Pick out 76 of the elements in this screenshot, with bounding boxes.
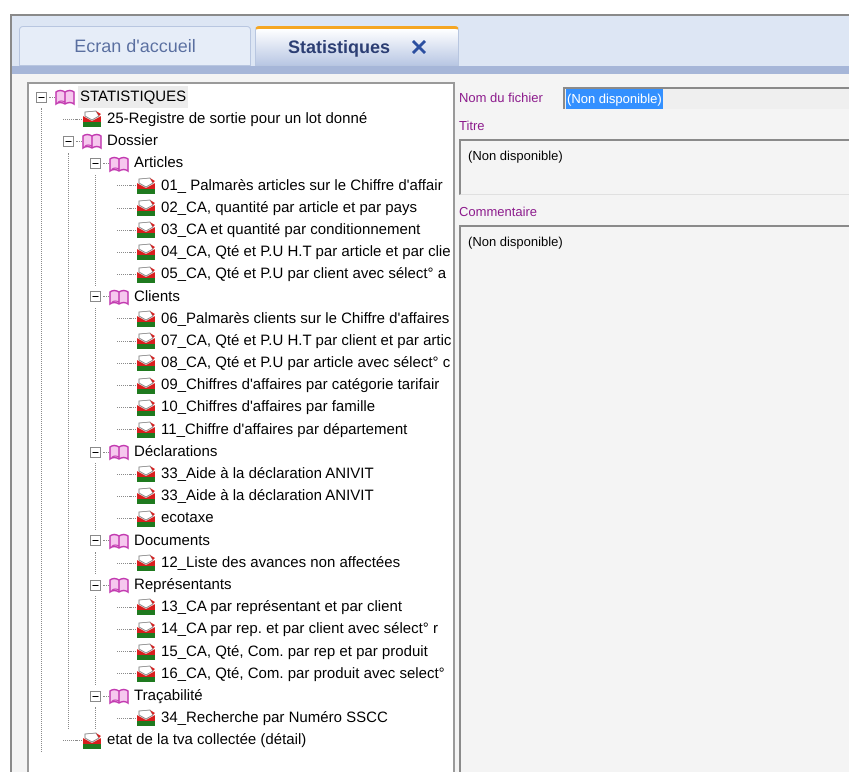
tree-item[interactable]: 15_CA, Qté, Com. par rep et par produit bbox=[159, 640, 430, 664]
report-icon bbox=[136, 176, 156, 195]
tree-item[interactable]: 01_ Palmarès articles sur le Chiffre d'affair bbox=[159, 174, 445, 198]
report-icon bbox=[136, 620, 156, 639]
report-icon bbox=[136, 487, 156, 506]
report-icon bbox=[136, 221, 156, 240]
tree-item[interactable]: 12_Liste des avances non affectées bbox=[159, 552, 402, 574]
report-icon bbox=[136, 510, 156, 528]
close-icon[interactable] bbox=[412, 40, 426, 54]
comment-field[interactable]: (Non disponible) bbox=[459, 225, 849, 772]
tree-item[interactable]: 16_CA, Qté, Com. par produit avec select° bbox=[159, 662, 447, 686]
collapse-icon[interactable] bbox=[36, 92, 47, 103]
tree-item[interactable]: 11_Chiffre d'affaires par département bbox=[159, 418, 410, 442]
tree-item[interactable]: Dossier bbox=[105, 130, 160, 153]
report-icon bbox=[136, 199, 156, 218]
tree-item[interactable]: Documents bbox=[132, 530, 212, 552]
tab[interactable]: Ecran d'accueil bbox=[19, 26, 251, 66]
collapse-icon[interactable] bbox=[90, 535, 101, 546]
report-icon bbox=[82, 110, 102, 128]
report-icon bbox=[136, 266, 156, 284]
collapse-icon[interactable] bbox=[63, 136, 74, 147]
tree-item[interactable]: 13_CA par représentant et par client bbox=[159, 596, 404, 619]
tree-item[interactable]: 34_Recherche par Numéro SSCC bbox=[159, 707, 390, 730]
tree-item[interactable]: 14_CA par rep. et par client avec sélect° r bbox=[159, 618, 440, 641]
title-field[interactable]: (Non disponible) bbox=[459, 139, 849, 195]
collapse-icon[interactable] bbox=[90, 158, 101, 170]
report-icon bbox=[136, 642, 156, 661]
book-icon bbox=[109, 443, 129, 462]
book-icon bbox=[82, 132, 102, 150]
tree-item[interactable]: 10_Chiffres d'affaires par famille bbox=[159, 396, 378, 419]
report-icon bbox=[136, 398, 156, 417]
tree-item[interactable]: 03_CA et quantité par conditionnement bbox=[159, 218, 422, 242]
report-icon bbox=[136, 598, 156, 616]
book-icon bbox=[109, 154, 129, 173]
report-icon bbox=[136, 465, 156, 484]
tree-item[interactable]: 06_Palmarès clients sur le Chiffre d'affaires bbox=[159, 308, 452, 330]
book-icon bbox=[109, 576, 129, 594]
tree-item[interactable]: Représentants bbox=[132, 574, 234, 596]
collapse-icon[interactable] bbox=[90, 580, 101, 591]
report-icon bbox=[136, 354, 156, 372]
tree-item[interactable]: 02_CA, quantité par article et par pays bbox=[159, 196, 419, 220]
field-label: Commentaire bbox=[459, 203, 538, 220]
report-icon bbox=[136, 310, 156, 328]
report-icon bbox=[136, 664, 156, 683]
field-label: Titre bbox=[459, 117, 486, 134]
book-icon bbox=[109, 532, 129, 550]
report-icon bbox=[136, 243, 156, 262]
tree-item[interactable]: 09_Chiffres d'affaires par catégorie tarifair bbox=[159, 374, 442, 397]
report-icon bbox=[82, 732, 102, 750]
tree-item[interactable]: 05_CA, Qté et P.U par client avec sélect° a bbox=[159, 263, 448, 286]
tree-item[interactable]: Articles bbox=[132, 152, 186, 175]
book-icon bbox=[109, 288, 129, 306]
tree-item[interactable]: 08_CA, Qté et P.U par article avec sélect° c bbox=[159, 352, 452, 375]
tree-item[interactable]: 33_Aide à la déclaration ANIVIT bbox=[159, 485, 376, 508]
tree-item[interactable]: ecotaxe bbox=[159, 507, 216, 530]
book-icon bbox=[109, 687, 129, 706]
tree-item[interactable]: Clients bbox=[132, 286, 182, 308]
book-icon bbox=[55, 88, 75, 106]
collapse-icon[interactable] bbox=[90, 690, 101, 702]
report-icon bbox=[136, 376, 156, 395]
report-icon bbox=[136, 420, 156, 439]
collapse-icon[interactable] bbox=[90, 291, 101, 302]
tree-item[interactable]: etat de la tva collectée (détail) bbox=[105, 729, 308, 752]
tree-item[interactable]: STATISTIQUES bbox=[78, 86, 188, 108]
report-icon bbox=[136, 332, 156, 350]
field-label: Nom du fichier bbox=[459, 89, 544, 108]
tree-item[interactable]: 25-Registre de sortie pour un lot donné bbox=[105, 108, 370, 131]
report-icon bbox=[136, 709, 156, 728]
report-icon bbox=[136, 554, 156, 572]
tab[interactable]: Statistiques bbox=[255, 26, 459, 66]
tree-item[interactable]: 07_CA, Qté et P.U H.T par client et par artic bbox=[159, 330, 453, 352]
tree-item[interactable]: 33_Aide à la déclaration ANIVIT bbox=[159, 463, 376, 486]
collapse-icon[interactable] bbox=[90, 446, 101, 458]
tree-item[interactable]: Déclarations bbox=[132, 440, 220, 464]
tree-item[interactable]: Traçabilité bbox=[132, 684, 205, 708]
tree-item[interactable]: 04_CA, Qté et P.U H.T par article et par clie bbox=[159, 241, 453, 264]
